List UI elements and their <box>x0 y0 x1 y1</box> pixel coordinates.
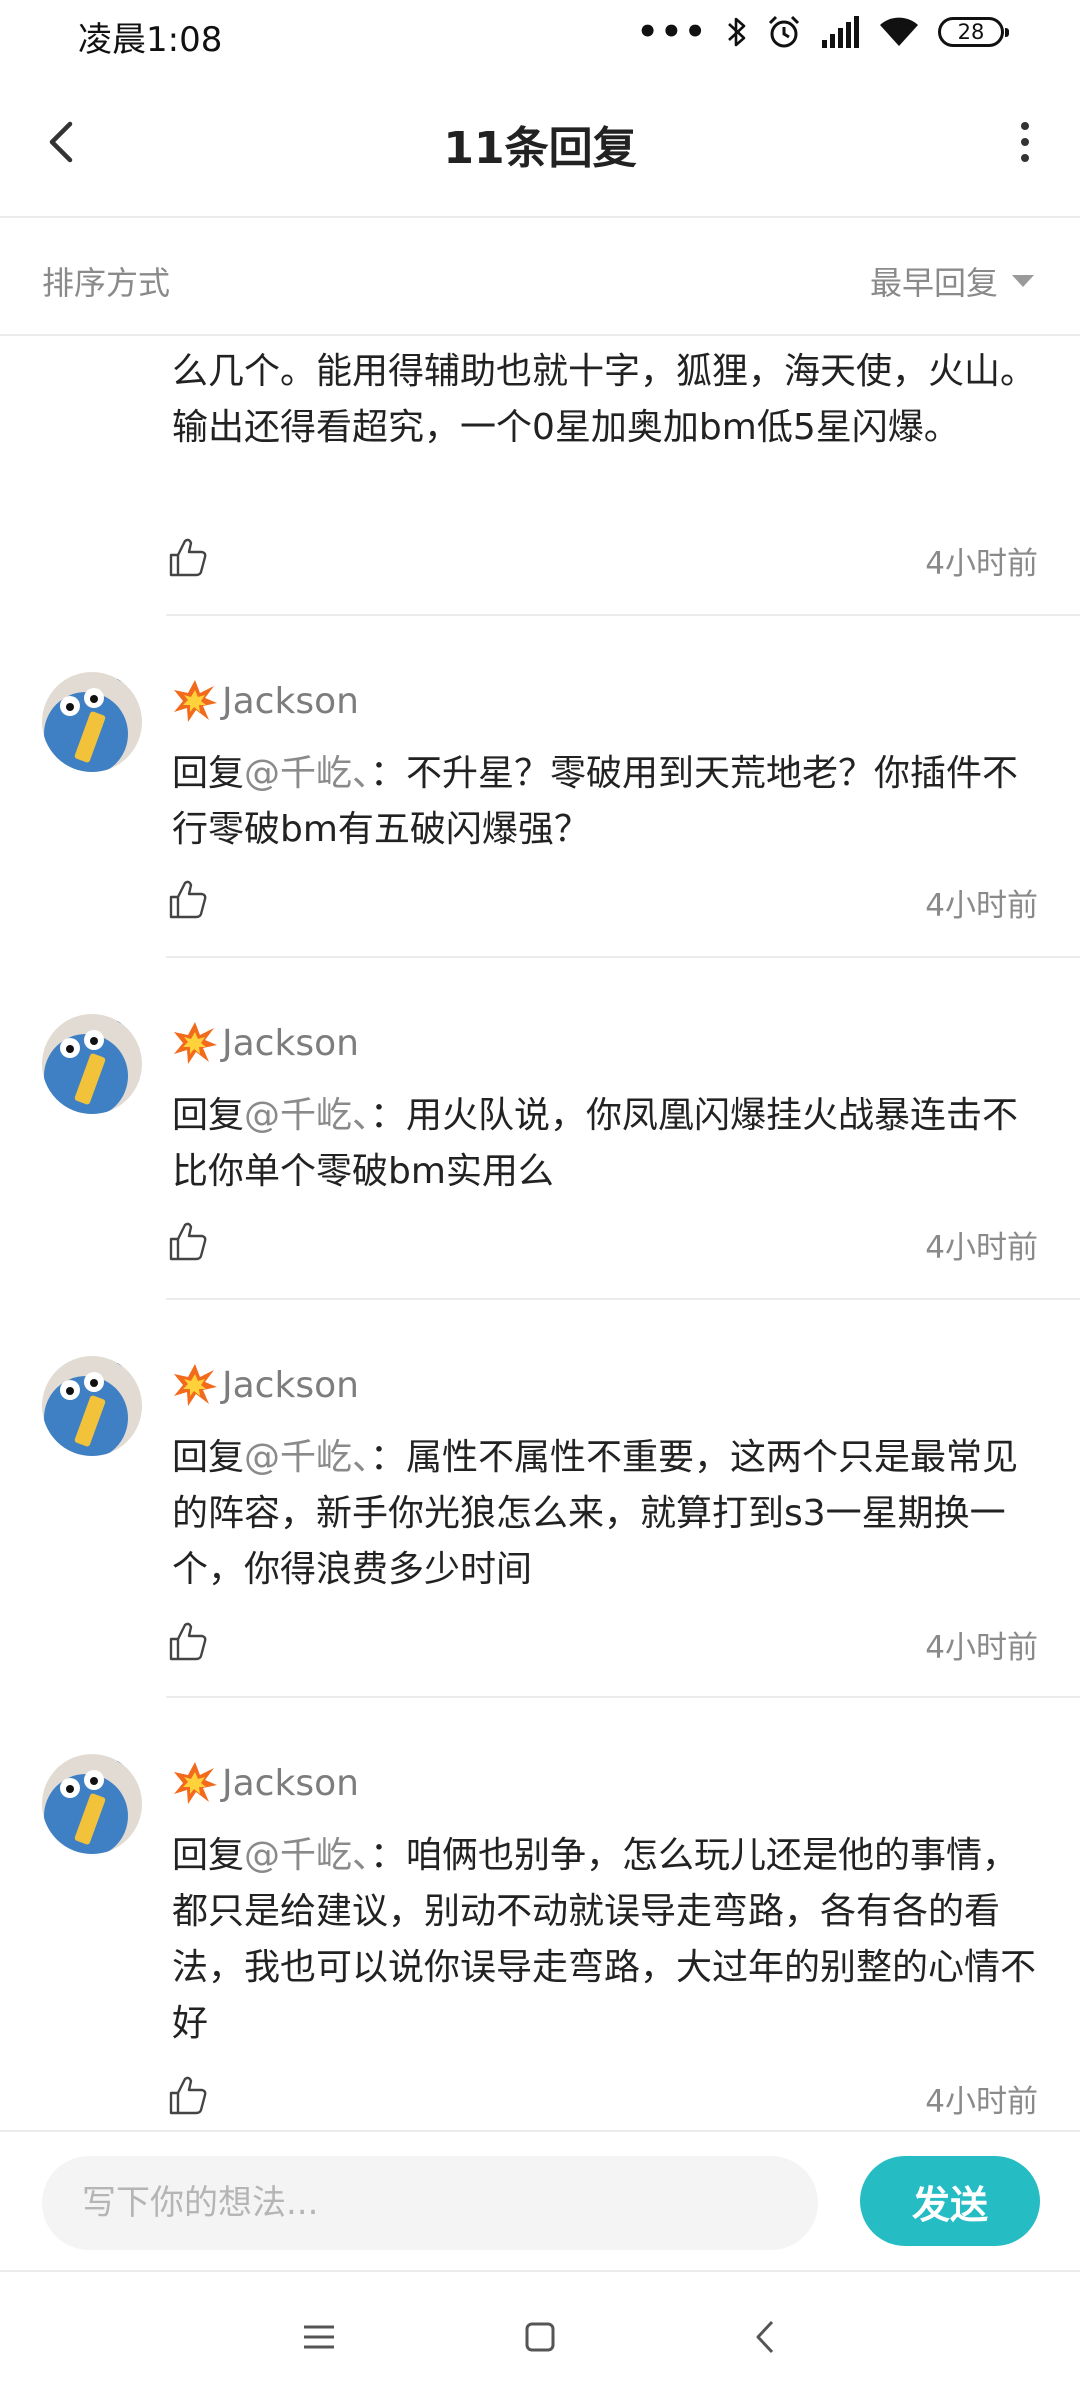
reply-meta-row: 4小时前 <box>168 878 1038 924</box>
reply-body: 回复@千屹、：用火队说，你凤凰闪爆挂火战暴连击不比你单个零破bm实用么 <box>172 1088 1042 1200</box>
signal-icon <box>822 16 859 48</box>
thumbs-up-icon[interactable] <box>168 536 208 578</box>
avatar[interactable] <box>42 1356 142 1456</box>
dropdown-triangle-icon <box>1012 275 1034 287</box>
thumbs-up-icon[interactable] <box>168 2074 208 2116</box>
reply-meta-row: 4小时前 <box>168 1620 1038 1666</box>
more-notifications-icon: ••• <box>636 12 708 52</box>
reply-prefix: 回复 <box>172 1835 245 1876</box>
reply-meta-row: 4小时前 <box>168 2074 1038 2120</box>
home-square-icon[interactable] <box>515 2312 565 2362</box>
status-time: 凌晨1:08 <box>78 20 223 60</box>
top-app-bar: 11条回复 <box>0 66 1080 218</box>
mention-link[interactable]: @千屹、 <box>244 1835 370 1876</box>
send-button[interactable]: 发送 <box>860 2156 1040 2246</box>
reply-time: 4小时前 <box>925 546 1038 582</box>
avatar[interactable] <box>42 672 142 772</box>
reply-prefix: 回复 <box>172 1095 245 1136</box>
user-row: Jackson <box>172 1758 359 1808</box>
menu-icon[interactable] <box>294 2312 344 2362</box>
mention-link[interactable]: @千屹、 <box>244 1095 370 1136</box>
thumbs-up-icon[interactable] <box>168 1620 208 1662</box>
sort-bar: 排序方式 最早回复 <box>0 218 1080 336</box>
reply-time: 4小时前 <box>925 888 1038 924</box>
explosion-badge-icon <box>174 680 217 722</box>
sort-label: 排序方式 <box>42 264 171 302</box>
reply-colon: ： <box>370 1835 407 1876</box>
comment-composer: 发送 <box>0 2130 1080 2270</box>
explosion-badge-icon <box>174 1364 217 1406</box>
reply-body: 回复@千屹、：不升星？零破用到天荒地老？你插件不行零破bm有五破闪爆强？ <box>172 746 1042 858</box>
reply-list[interactable]: 么几个。能用得辅助也就十字，狐狸，海天使，火山。 输出还得看超究，一个0星加奥加… <box>0 336 1080 2130</box>
more-vertical-icon[interactable] <box>1000 112 1050 172</box>
username[interactable]: Jackson <box>222 681 359 722</box>
thumbs-up-icon[interactable] <box>168 1220 208 1262</box>
reply-time: 4小时前 <box>925 1230 1038 1266</box>
explosion-badge-icon <box>174 1762 217 1804</box>
mention-link[interactable]: @千屹、 <box>244 753 370 794</box>
avatar-image <box>42 1014 142 1114</box>
status-bar: 凌晨1:08 ••• 28 <box>0 0 1080 66</box>
reply-time: 4小时前 <box>925 1630 1038 1666</box>
system-nav-bar <box>0 2270 1080 2400</box>
comment-input[interactable] <box>42 2156 818 2250</box>
avatar-image <box>42 1356 142 1456</box>
wifi-icon <box>880 17 918 46</box>
bluetooth-icon <box>728 17 746 47</box>
page-title: 11条回复 <box>443 123 637 174</box>
avatar[interactable] <box>42 1014 142 1114</box>
reply-detail-screen: 凌晨1:08 ••• 28 11条回复 排序方式 最早回复 么几个。能用得辅助也… <box>0 0 1080 2400</box>
user-row: Jackson <box>172 1018 359 1068</box>
user-row: Jackson <box>172 676 359 726</box>
avatar-image <box>42 1754 142 1854</box>
explosion-badge-icon <box>174 1022 217 1064</box>
reply-colon: ： <box>370 1437 407 1478</box>
divider <box>166 1298 1080 1300</box>
reply-prefix: 回复 <box>172 753 245 794</box>
divider <box>166 1696 1080 1698</box>
username[interactable]: Jackson <box>222 1763 359 1804</box>
user-row: Jackson <box>172 1360 359 1410</box>
username[interactable]: Jackson <box>222 1023 359 1064</box>
alarm-icon <box>768 15 800 48</box>
sort-dropdown[interactable]: 最早回复 <box>870 258 1034 304</box>
nav-back-icon[interactable] <box>742 2312 792 2362</box>
mention-link[interactable]: @千屹、 <box>244 1437 370 1478</box>
partial-reply-text: 么几个。能用得辅助也就十字，狐狸，海天使，火山。 输出还得看超究，一个0星加奥加… <box>172 351 1037 448</box>
reply-colon: ： <box>370 753 407 794</box>
reply-colon: ： <box>370 1095 407 1136</box>
divider <box>166 614 1080 616</box>
reply-body: 回复@千屹、：咱俩也别争，怎么玩儿还是他的事情，都只是给建议，别动不动就误导走弯… <box>172 1828 1042 2052</box>
status-icons: ••• 28 <box>636 12 1009 52</box>
battery-indicator: 28 <box>938 17 1009 47</box>
username[interactable]: Jackson <box>222 1365 359 1406</box>
divider <box>166 956 1080 958</box>
sort-selected-value: 最早回复 <box>869 264 998 302</box>
reply-time: 4小时前 <box>925 2084 1038 2120</box>
avatar-image <box>42 672 142 772</box>
reply-meta-row: 4小时前 <box>168 536 1038 582</box>
thumbs-up-icon[interactable] <box>168 878 208 920</box>
avatar[interactable] <box>42 1754 142 1854</box>
reply-meta-row: 4小时前 <box>168 1220 1038 1266</box>
reply-body: 回复@千屹、：属性不属性不重要，这两个只是最常见的阵容，新手你光狼怎么来，就算打… <box>172 1430 1042 1598</box>
reply-prefix: 回复 <box>172 1437 245 1478</box>
